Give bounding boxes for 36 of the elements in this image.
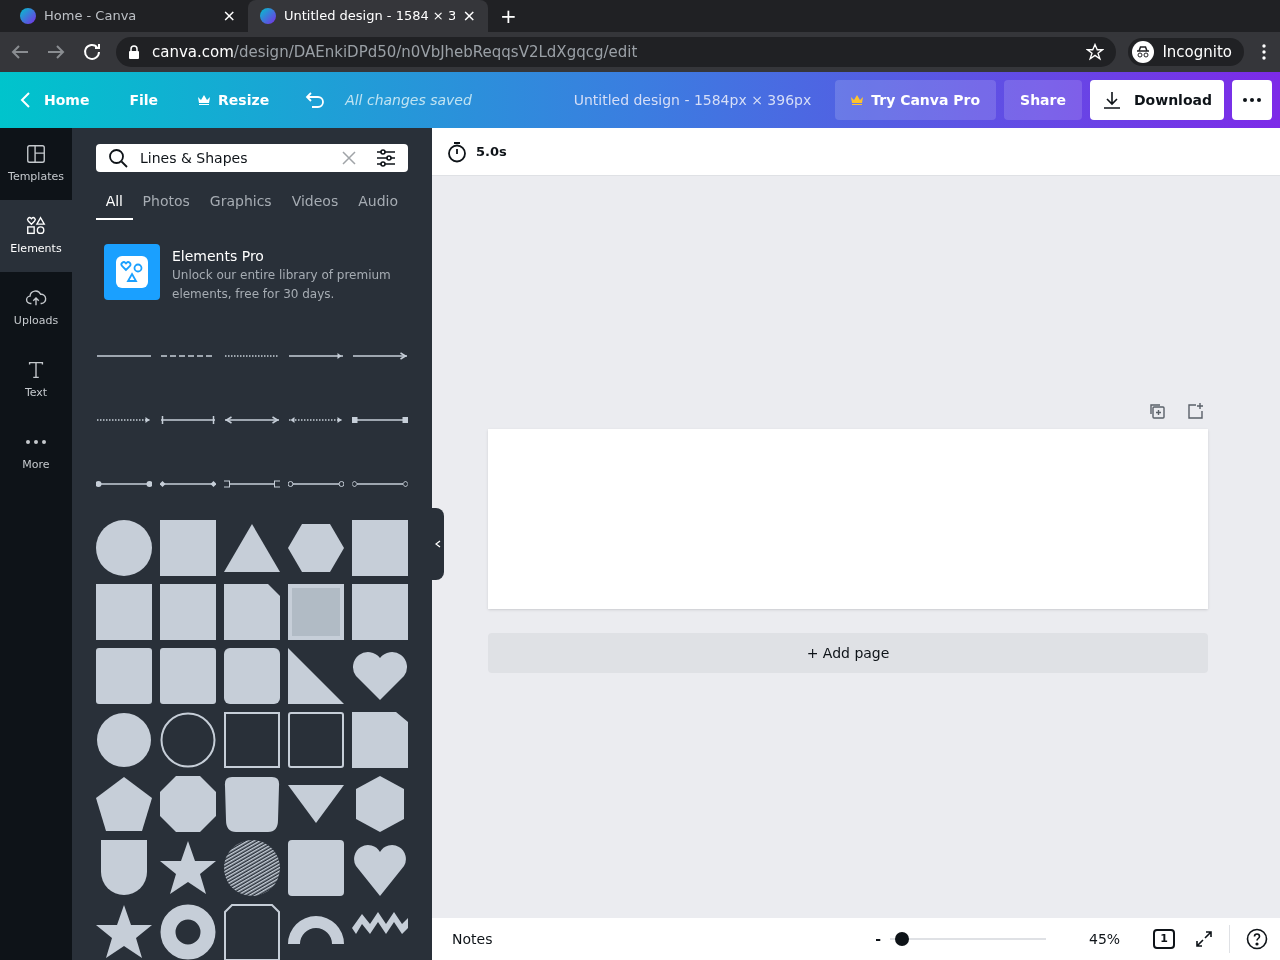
notes-button[interactable]: Notes xyxy=(452,928,493,950)
close-icon[interactable]: × xyxy=(222,4,236,28)
browser-tab[interactable]: Home - Canva × xyxy=(8,0,248,32)
new-tab-button[interactable]: + xyxy=(488,0,529,32)
share-button[interactable]: Share xyxy=(1004,80,1082,120)
design-title: Untitled design - 1584px × 396px xyxy=(573,90,812,110)
search-field[interactable]: Lines & Shapes xyxy=(96,144,408,172)
save-status: All changes saved xyxy=(345,90,472,110)
category-tab[interactable]: Photos xyxy=(132,184,200,220)
category-tab[interactable]: Graphics xyxy=(199,184,282,220)
profile-label: Incognito xyxy=(1162,41,1232,63)
profile-chip[interactable]: Incognito xyxy=(1128,38,1244,66)
duration-label: 5.0s xyxy=(476,142,507,161)
tab-title: Home - Canva xyxy=(44,7,138,26)
search-text: Lines & Shapes xyxy=(140,148,249,168)
sidebar-tab[interactable]: Text xyxy=(0,344,72,416)
page-count-button[interactable]: 1 xyxy=(1153,929,1175,949)
add-page-button[interactable]: + Add page xyxy=(488,633,1208,673)
address-bar[interactable]: canva.com/design/DAEnkiDPd50/n0VbJhebReqqsV2LdXgqcg/edit xyxy=(116,37,1117,67)
download-button[interactable]: Download xyxy=(1089,80,1224,120)
zoom-minus[interactable]: - xyxy=(875,928,881,950)
category-tab[interactable]: Audio xyxy=(348,184,408,220)
zoom-percent[interactable]: 45% xyxy=(1089,928,1129,950)
category-tab[interactable]: All xyxy=(96,184,133,220)
promo-title: Elements Pro xyxy=(172,247,265,266)
sidebar-tab[interactable]: More xyxy=(0,416,72,488)
browser-tab[interactable]: Untitled design - 1584 × 3 × xyxy=(248,0,488,32)
promo-text: Unlock our entire library of premium elements, free for 30 days. xyxy=(172,267,392,303)
sidebar-tab[interactable]: Uploads xyxy=(0,272,72,344)
url-text: canva.com/design/DAEnkiDPd50/n0VbJhebReqqsV2LdXgqcg/edit xyxy=(152,41,639,63)
try-pro-button[interactable]: Try Canva Pro xyxy=(835,80,997,120)
sidebar-tab[interactable]: Templates xyxy=(0,128,72,200)
sidebar-tab[interactable]: Elements xyxy=(0,200,72,272)
category-tab[interactable]: Videos xyxy=(281,184,349,220)
tab-title: Untitled design - 1584 × 3 xyxy=(284,7,455,26)
close-icon[interactable]: × xyxy=(462,4,476,28)
